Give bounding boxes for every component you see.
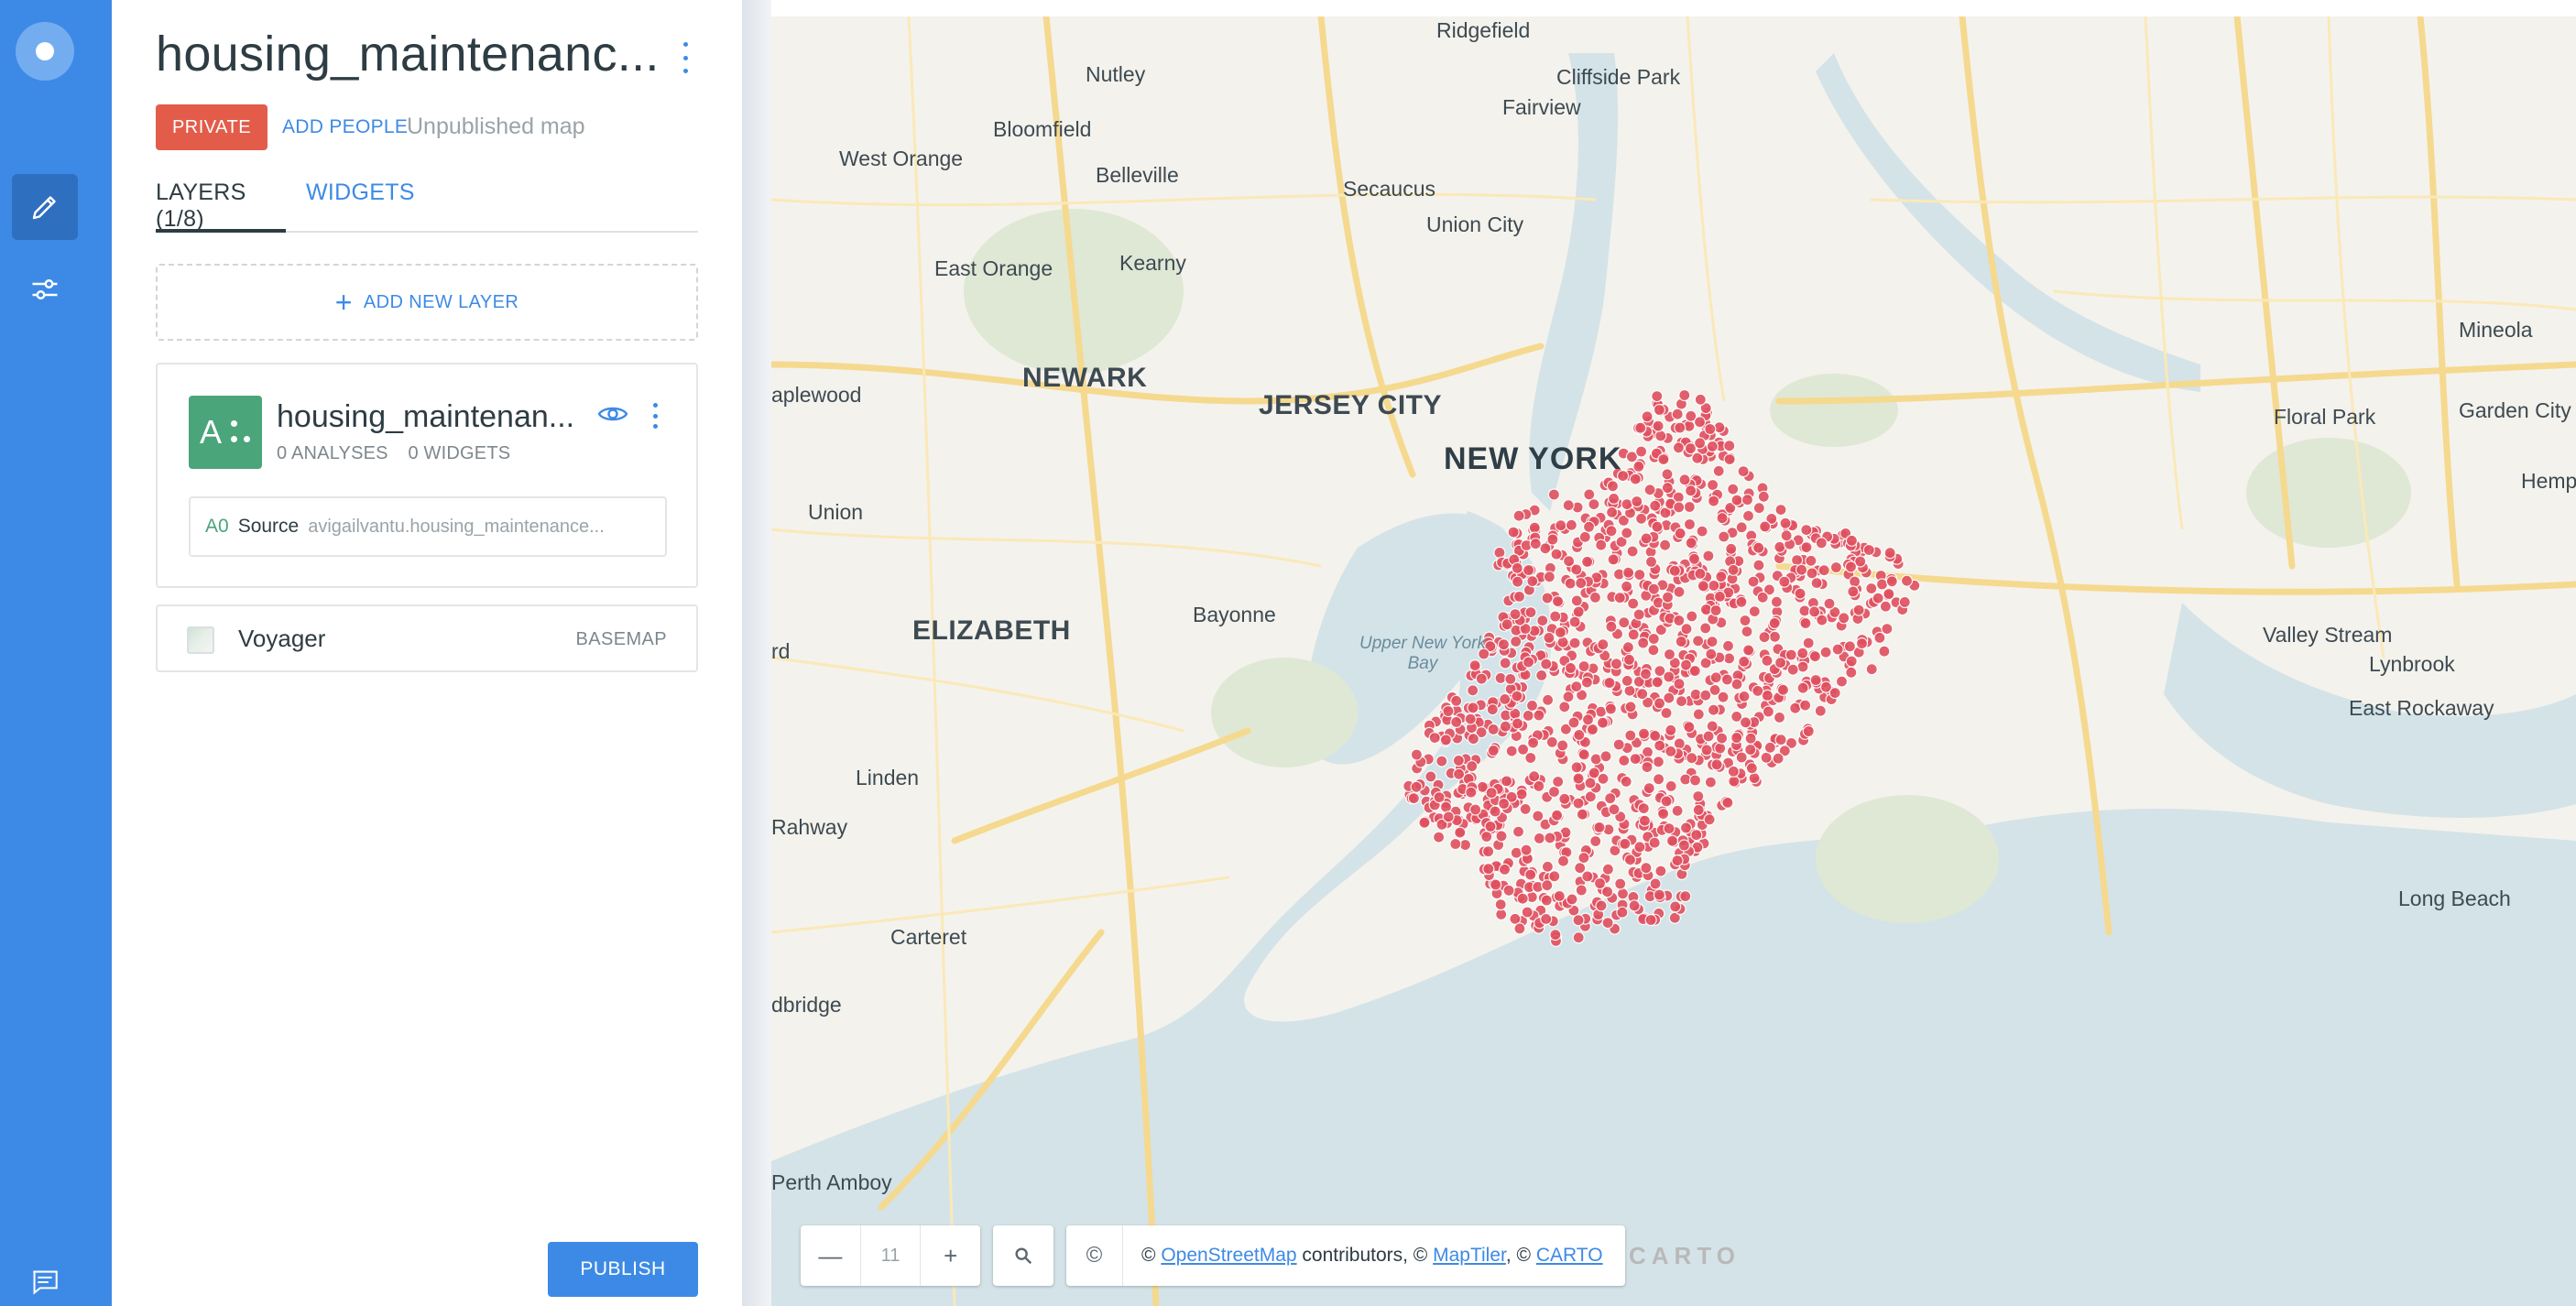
map-label-fairview: Fairview: [1502, 95, 1581, 119]
add-new-layer-label: ADD NEW LAYER: [363, 291, 519, 312]
map-label-upper-bay-line2: Bay: [1407, 654, 1438, 673]
map-label-long-beach: Long Beach: [2398, 887, 2511, 910]
map-label-bayonne: Bayonne: [1193, 603, 1276, 626]
basemap-tag: BASEMAP: [575, 629, 667, 649]
basemap-name: Voyager: [238, 625, 326, 652]
map-canvas[interactable]: Ridgefield Nutley Cliffside Park Fairvie…: [771, 16, 2576, 1306]
edit-map-button[interactable]: [12, 174, 78, 240]
attribution-mid: contributors, ©: [1296, 1245, 1434, 1266]
map-label-nutley: Nutley: [1086, 62, 1146, 86]
source-label: Source: [237, 516, 300, 537]
map-label-garden-city: Garden City: [2459, 398, 2571, 422]
map-label-carteret: Carteret: [890, 925, 967, 949]
map-label-linden: Linden: [856, 766, 920, 789]
maptiler-link[interactable]: MapTiler: [1433, 1245, 1506, 1266]
map-label-ridgefield: Ridgefield: [1436, 18, 1531, 42]
privacy-badge[interactable]: PRIVATE: [156, 104, 267, 150]
editor-panel: housing_maintenanc... PRIVATE ADD PEOPLE…: [112, 0, 742, 1306]
map-label-bloomfield: Bloomfield: [993, 117, 1092, 141]
layer-analyses-count: 0 ANALYSES: [277, 443, 388, 463]
add-people-link[interactable]: ADD PEOPLE: [282, 116, 408, 138]
layer-card[interactable]: A housing_maintenan... 0 ANALYSES 0 WIDG…: [156, 363, 698, 588]
map-label-woodbridge: dbridge: [771, 993, 842, 1017]
map-label-perth-amboy: Perth Amboy: [771, 1170, 892, 1194]
publish-button[interactable]: PUBLISH: [548, 1242, 698, 1297]
map-label-upper-bay-line1: Upper New York: [1359, 634, 1486, 653]
map-label-new-york: NEW YORK: [1444, 441, 1622, 476]
map-label-west-orange: West Orange: [839, 147, 964, 170]
zoom-level: 11: [859, 1225, 922, 1286]
publish-status: Unpublished map: [407, 114, 585, 139]
tab-layers[interactable]: LAYERS (1/8): [156, 180, 286, 233]
map-label-jersey-city: JERSEY CITY: [1259, 390, 1443, 420]
map-settings-button[interactable]: [12, 256, 78, 322]
attribution-prefix: ©: [1141, 1245, 1162, 1266]
layer-widgets-count: 0 WIDGETS: [408, 443, 511, 463]
map-label-union: Union: [808, 500, 864, 524]
sliders-icon: [32, 279, 58, 299]
carto-watermark: CARTO: [1629, 1242, 1741, 1269]
zoom-control: — 11 +: [801, 1225, 980, 1286]
map-label-mineola: Mineola: [2459, 318, 2533, 342]
feedback-icon[interactable]: [30, 1269, 60, 1295]
basemap-graphics: [771, 16, 2576, 1306]
carto-logo-icon[interactable]: [16, 22, 74, 81]
plus-icon: +: [334, 286, 353, 319]
map-label-rd: rd: [771, 639, 791, 663]
osm-link[interactable]: OpenStreetMap: [1161, 1245, 1296, 1266]
pencil-icon: [32, 196, 56, 220]
map-title[interactable]: housing_maintenanc...: [156, 26, 660, 82]
attribution-bar: © © OpenStreetMap contributors, © MapTil…: [1066, 1225, 1625, 1286]
attribution-sep: , ©: [1505, 1245, 1536, 1266]
map-label-newark: NEWARK: [1022, 363, 1148, 393]
add-new-layer-button[interactable]: + ADD NEW LAYER: [156, 264, 698, 341]
map-options-icon[interactable]: [680, 42, 691, 73]
map-label-hempstead: Hempst: [2521, 469, 2576, 493]
map-label-upper-bay: Upper New York Bay: [1359, 634, 1486, 674]
layer-options-icon[interactable]: [650, 403, 660, 429]
map-label-elizabeth: ELIZABETH: [912, 615, 1071, 646]
source-path: avigailvantu.housing_maintenance...: [308, 516, 605, 537]
layer-letter: A: [200, 413, 223, 451]
attribution-toggle[interactable]: ©: [1066, 1225, 1123, 1286]
map-label-maplewood: aplewood: [771, 383, 862, 407]
eye-icon[interactable]: [597, 403, 628, 425]
layer-point-icon: A: [189, 396, 262, 469]
source-id: A0: [205, 516, 229, 537]
map-label-east-orange: East Orange: [934, 256, 1053, 280]
map-search-button[interactable]: [993, 1225, 1053, 1286]
panel-divider: [742, 0, 771, 1306]
panel-tabs: LAYERS (1/8) WIDGETS: [156, 180, 698, 233]
map-label-kearny: Kearny: [1119, 251, 1186, 275]
map-label-union-city: Union City: [1426, 212, 1524, 236]
attribution-text: © OpenStreetMap contributors, © MapTiler…: [1123, 1245, 1603, 1267]
tab-widgets[interactable]: WIDGETS: [306, 180, 415, 233]
nav-rail: [0, 0, 112, 1306]
search-icon: [1015, 1247, 1032, 1265]
layer-meta: 0 ANALYSES 0 WIDGETS: [277, 443, 510, 464]
map-label-floral-park: Floral Park: [2274, 405, 2376, 429]
zoom-out-button[interactable]: —: [801, 1225, 860, 1286]
map-label-belleville: Belleville: [1096, 163, 1179, 187]
map-label-secaucus: Secaucus: [1343, 177, 1436, 201]
basemap-thumbnail: [187, 626, 214, 654]
map-label-lynbrook: Lynbrook: [2369, 652, 2455, 676]
basemap-card[interactable]: Voyager BASEMAP: [156, 604, 698, 672]
layer-name[interactable]: housing_maintenan...: [277, 399, 574, 435]
carto-link[interactable]: CARTO: [1536, 1245, 1603, 1266]
zoom-in-button[interactable]: +: [921, 1225, 980, 1286]
map-label-cliffside: Cliffside Park: [1556, 65, 1681, 89]
map-label-rahway: Rahway: [771, 815, 848, 839]
map-label-east-rockaway: East Rockaway: [2349, 696, 2494, 720]
layer-source[interactable]: A0 Source avigailvantu.housing_maintenan…: [189, 496, 667, 557]
map-label-valley-stream: Valley Stream: [2263, 623, 2393, 647]
